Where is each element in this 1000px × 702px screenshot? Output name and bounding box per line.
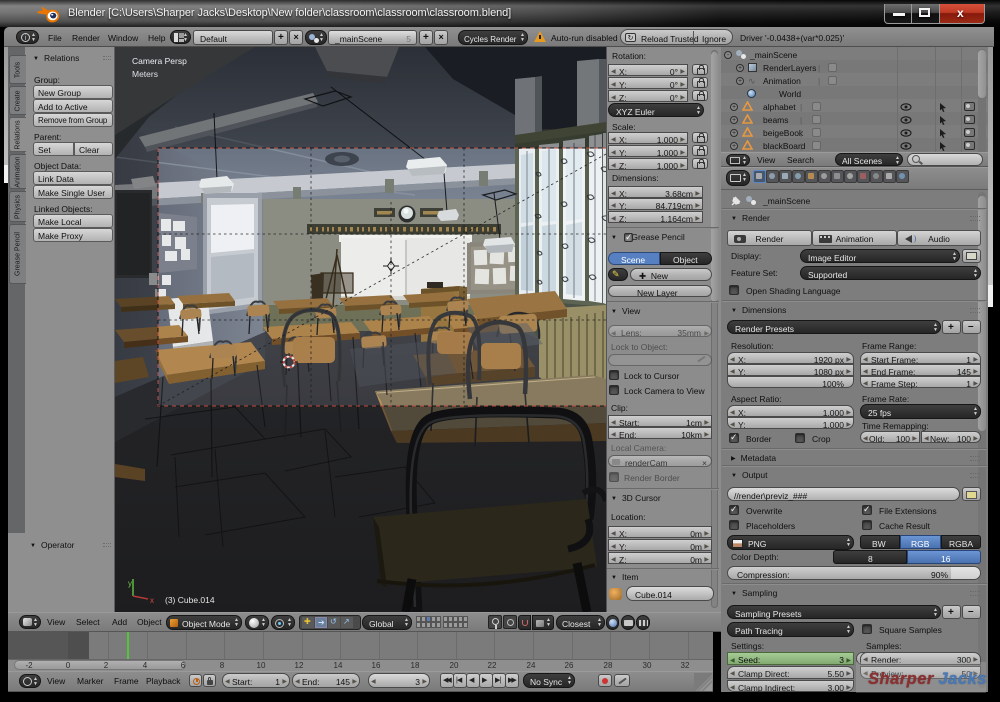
svg-text:Meters: Meters: [132, 69, 158, 79]
svg-text:(3) Cube.014: (3) Cube.014: [165, 595, 215, 605]
svg-text:x: x: [150, 596, 154, 605]
svg-text:y: y: [128, 579, 132, 588]
svg-text:Camera Persp: Camera Persp: [132, 56, 187, 66]
